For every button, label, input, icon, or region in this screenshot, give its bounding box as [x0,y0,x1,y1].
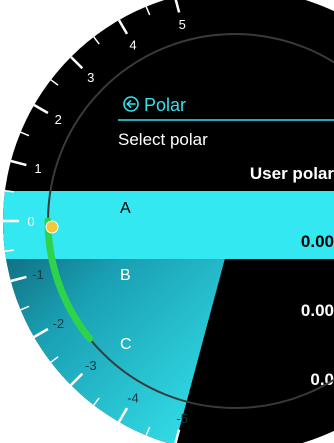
watch-face: A 0.00 B 0.00 C 0.0 543210-1-2-3-4-5 Pol… [3,0,334,443]
vario-indicator-dot [45,220,59,234]
list-item-letter: A [120,200,131,217]
list-item-letter: B [120,267,131,284]
gauge-label: 2 [55,112,62,127]
gauge-label: 0 [27,214,34,229]
gauge-label: -3 [85,358,97,373]
gauge-label: -1 [32,267,44,282]
screen-subtitle: Select polar [118,130,208,149]
gauge-label: 3 [87,70,94,85]
gauge-label: -2 [53,316,65,331]
list-item-value: 0.00 [301,232,334,251]
gauge-label: 4 [129,37,136,52]
gauge-label: -4 [127,391,139,406]
gauge-label: 1 [34,161,41,176]
gauge-label: -5 [176,411,188,426]
current-polar-value[interactable]: User polar [250,164,334,183]
page-title: Polar [144,95,186,115]
gauge-label: 5 [179,17,186,32]
list-item-letter: C [120,336,132,353]
watch-screen: A 0.00 B 0.00 C 0.0 5 4 3 2 1 0 -1 -2 -3 -4 -5 [0,0,334,443]
list-item-value: 0.00 [301,301,334,320]
